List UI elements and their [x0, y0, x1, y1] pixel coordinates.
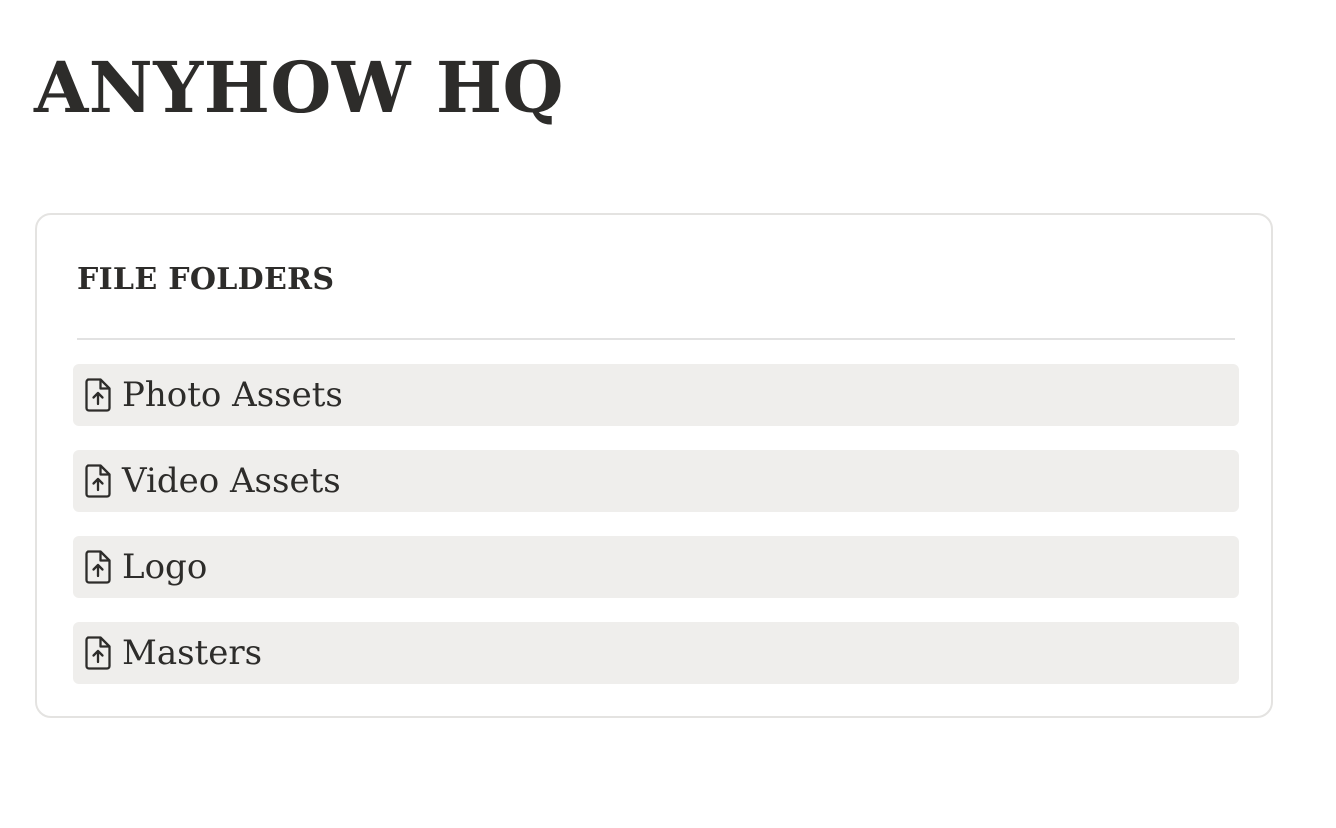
folder-label: Logo: [122, 547, 208, 587]
folder-list: Photo Assets Video Assets Logo Masters: [73, 364, 1239, 684]
folder-label: Video Assets: [122, 461, 341, 501]
page-title: ANYHOW HQ: [34, 46, 564, 129]
folder-item-photo-assets[interactable]: Photo Assets: [73, 364, 1239, 426]
file-folders-heading: FILE FOLDERS: [77, 262, 335, 297]
file-upload-icon: [85, 378, 111, 412]
card-divider: [77, 338, 1235, 340]
file-upload-icon: [85, 636, 111, 670]
file-upload-icon: [85, 550, 111, 584]
folder-label: Photo Assets: [122, 375, 343, 415]
folder-item-masters[interactable]: Masters: [73, 622, 1239, 684]
folder-item-video-assets[interactable]: Video Assets: [73, 450, 1239, 512]
folder-label: Masters: [122, 633, 263, 673]
file-upload-icon: [85, 464, 111, 498]
file-folders-card: FILE FOLDERS Photo Assets Video Assets L…: [35, 213, 1273, 718]
folder-item-logo[interactable]: Logo: [73, 536, 1239, 598]
page: ANYHOW HQ FILE FOLDERS Photo Assets Vide…: [0, 0, 1336, 828]
